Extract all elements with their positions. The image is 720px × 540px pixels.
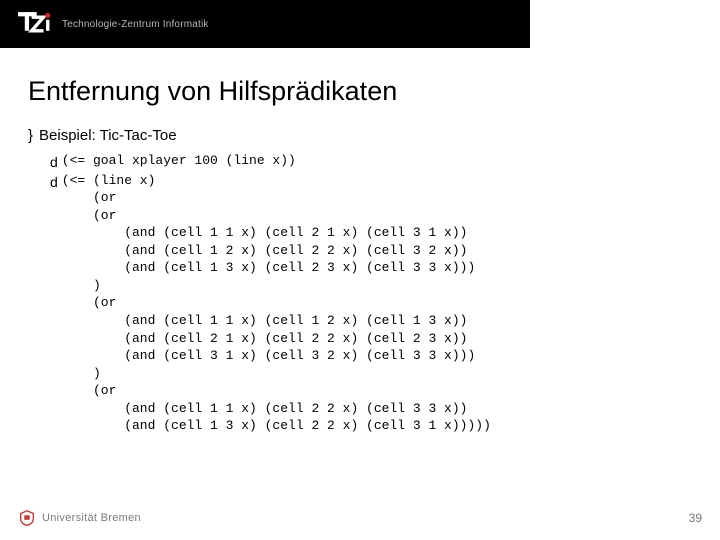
- code-line-1: (<= goal xplayer 100 (line x)): [62, 152, 296, 170]
- content-area: } Beispiel: Tic-Tac-Toe d (<= goal xplay…: [0, 107, 720, 435]
- code-row-1: d (<= goal xplayer 100 (line x)): [50, 152, 720, 172]
- bullet-example: } Beispiel: Tic-Tac-Toe: [28, 127, 720, 144]
- link-glyph-1: d: [50, 153, 58, 173]
- footer: Universität Bremen 39: [0, 504, 720, 532]
- header-band: Technologie-Zentrum Informatik: [0, 0, 720, 48]
- code-row-2: d (<= (line x) (or (or (and (cell 1 1 x)…: [50, 172, 720, 435]
- example-label: Beispiel: Tic-Tac-Toe: [39, 127, 177, 144]
- university-name: Universität Bremen: [42, 512, 141, 524]
- tzi-logo: Technologie-Zentrum Informatik: [0, 10, 209, 38]
- header-cutout: [530, 0, 720, 48]
- university-crest-icon: [18, 509, 36, 527]
- bullet-glyph: }: [28, 128, 33, 143]
- page-number: 39: [689, 511, 702, 525]
- code-subblock: d (<= goal xplayer 100 (line x)) d (<= (…: [28, 152, 720, 435]
- university-logo: Universität Bremen: [18, 509, 141, 527]
- tzi-logo-mark: [18, 10, 52, 38]
- tzi-logo-text: Technologie-Zentrum Informatik: [62, 19, 209, 30]
- slide-title: Entfernung von Hilfsprädikaten: [0, 48, 720, 107]
- link-glyph-2: d: [50, 173, 58, 193]
- code-block-2: (<= (line x) (or (or (and (cell 1 1 x) (…: [62, 172, 491, 435]
